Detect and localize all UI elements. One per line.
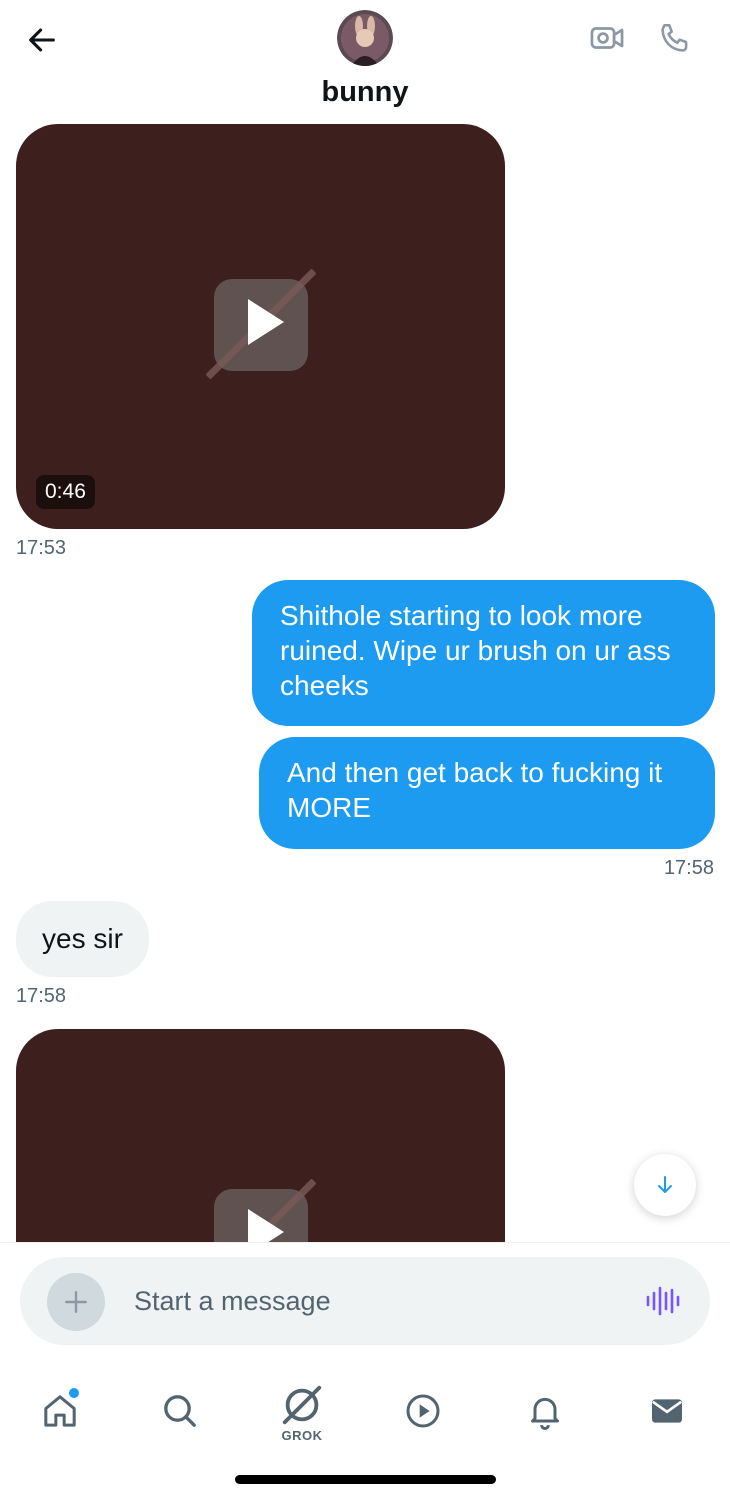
nav-video[interactable]	[388, 1376, 458, 1446]
video-tab-icon	[406, 1394, 440, 1428]
message-list[interactable]: 0:46 17:53 Shithole starting to look mor…	[0, 124, 730, 1242]
avatar-image	[337, 10, 393, 66]
message-input[interactable]	[134, 1275, 614, 1327]
nav-notifications[interactable]	[510, 1376, 580, 1446]
scroll-down-arrow-icon	[658, 1176, 672, 1193]
video-message[interactable]	[16, 1029, 505, 1242]
composer-bar	[0, 1242, 730, 1362]
message-composer	[20, 1257, 710, 1345]
voice-message-button[interactable]	[640, 1279, 684, 1323]
message-timestamp: 17:58	[663, 857, 714, 879]
video-duration: 0:46	[36, 475, 95, 509]
outgoing-message[interactable]: Shithole starting to look more ruined. W…	[252, 580, 715, 726]
plus-icon	[65, 1291, 87, 1313]
outgoing-message[interactable]: And then get back to fucking it MORE	[259, 737, 715, 849]
nav-messages[interactable]	[632, 1376, 702, 1446]
bottom-navigation: GROK	[0, 1362, 730, 1500]
voice-waveform-icon	[646, 1286, 680, 1316]
notification-dot	[69, 1388, 79, 1398]
play-icon	[214, 1179, 316, 1242]
home-indicator	[235, 1475, 496, 1484]
search-icon	[164, 1395, 196, 1427]
video-call-button[interactable]	[587, 18, 627, 58]
video-call-icon	[590, 27, 624, 49]
mail-icon	[652, 1399, 682, 1423]
grok-label: GROK	[281, 1428, 323, 1443]
nav-search[interactable]	[145, 1376, 215, 1446]
back-arrow-icon	[29, 28, 55, 52]
back-button[interactable]	[22, 20, 62, 60]
play-icon	[206, 269, 316, 379]
grok-icon	[282, 1385, 322, 1425]
voice-call-button[interactable]	[655, 18, 695, 58]
phone-icon	[661, 23, 688, 52]
chat-header: bunny	[0, 0, 730, 124]
video-message[interactable]: 0:46	[16, 124, 505, 529]
add-attachment-button[interactable]	[47, 1273, 105, 1331]
message-timestamp: 17:53	[16, 537, 67, 559]
message-timestamp: 17:58	[16, 985, 67, 1007]
incoming-message[interactable]: yes sir	[16, 901, 149, 977]
scroll-to-bottom-button[interactable]	[634, 1154, 696, 1216]
contact-avatar[interactable]	[337, 10, 393, 66]
bell-icon	[531, 1397, 559, 1430]
contact-name[interactable]: bunny	[0, 76, 730, 109]
nav-home[interactable]	[25, 1376, 95, 1446]
nav-grok[interactable]: GROK	[267, 1376, 337, 1446]
